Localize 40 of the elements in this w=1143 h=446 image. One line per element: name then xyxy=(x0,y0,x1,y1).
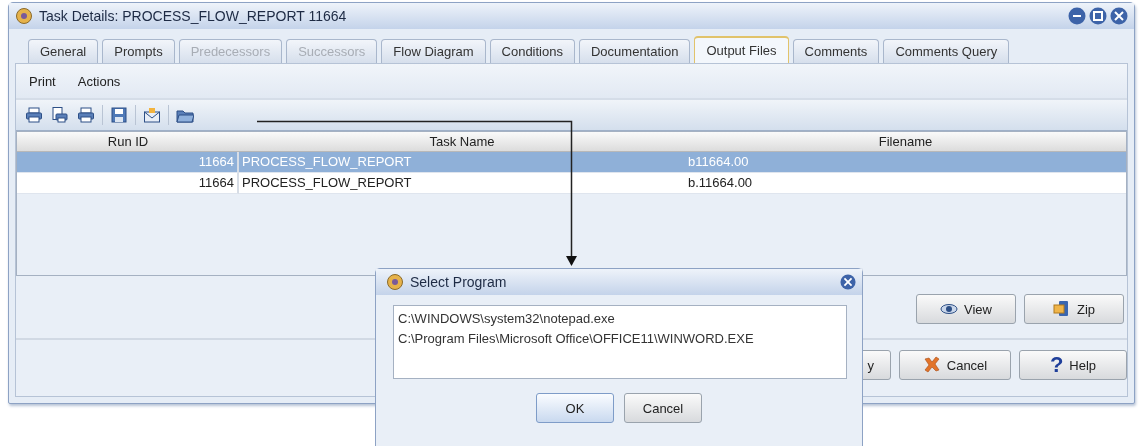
cross-icon xyxy=(922,356,941,374)
column-header[interactable]: Run ID xyxy=(17,132,239,152)
tab[interactable]: Conditions xyxy=(489,39,575,63)
dialog-title: Select Program xyxy=(410,274,508,290)
cancel-button[interactable]: Cancel xyxy=(624,393,702,423)
app-logo-icon xyxy=(15,7,33,25)
close-icon[interactable] xyxy=(1110,7,1128,25)
window-title: Task Details: PROCESS_FLOW_REPORT 11664 xyxy=(39,8,348,24)
close-icon[interactable] xyxy=(840,274,856,290)
table-cell[interactable]: PROCESS_FLOW_REPORT xyxy=(239,173,685,194)
column-header[interactable]: Task Name xyxy=(239,132,685,152)
app-logo-icon xyxy=(386,273,404,291)
tab[interactable]: Documentation xyxy=(578,39,691,63)
zip-button[interactable]: Zip xyxy=(1024,294,1124,324)
printer-icon[interactable] xyxy=(25,106,43,124)
column-header[interactable]: Filename xyxy=(685,132,1126,152)
maximize-icon[interactable] xyxy=(1089,7,1107,25)
list-item[interactable]: C:\WINDOWS\system32\notepad.exe xyxy=(398,309,842,329)
cancel-button[interactable]: Cancel xyxy=(899,350,1011,380)
printer-icon[interactable] xyxy=(77,106,95,124)
view-button[interactable]: View xyxy=(916,294,1016,324)
menu-item[interactable]: Actions xyxy=(77,73,121,89)
save-icon[interactable] xyxy=(110,106,128,124)
minimize-icon[interactable] xyxy=(1068,7,1086,25)
envelope-icon[interactable] xyxy=(143,106,161,124)
archive-icon xyxy=(1052,300,1071,318)
ok-button[interactable]: OK xyxy=(536,393,614,423)
tab[interactable]: Output Files xyxy=(694,36,789,63)
help-icon: ? xyxy=(1049,354,1064,376)
list-item[interactable]: C:\Program Files\Microsoft Office\OFFICE11\WINWORD.EXE xyxy=(398,329,842,349)
tab[interactable]: Comments Query xyxy=(883,39,1010,63)
table-cell[interactable]: b.11664.00 xyxy=(685,173,1126,194)
tab[interactable]: Flow Diagram xyxy=(381,39,486,63)
tab[interactable]: Comments xyxy=(792,39,880,63)
help-button[interactable]: ? Help xyxy=(1019,350,1127,380)
tab[interactable]: General xyxy=(28,39,99,63)
print-preview-icon[interactable] xyxy=(51,106,69,124)
menu-item[interactable]: Print xyxy=(29,73,56,89)
tab[interactable]: Prompts xyxy=(102,39,175,63)
table-cell[interactable]: 11664 xyxy=(17,173,239,194)
